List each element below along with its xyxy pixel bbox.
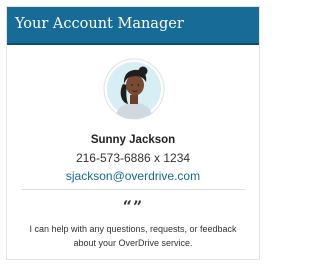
- manager-name: Sunny Jackson: [90, 134, 176, 146]
- manager-email-link[interactable]: sjackson@overdrive.com: [7, 169, 259, 183]
- quote-icon: “”: [122, 197, 144, 216]
- divider: [21, 189, 245, 190]
- card-title: Your Account Manager: [15, 16, 184, 32]
- manager-phone[interactable]: 216-573-6886 x 1234: [7, 151, 259, 165]
- manager-message: I can help with any questions, requests,…: [29, 224, 237, 248]
- card-header: Your Account Manager: [7, 7, 259, 45]
- account-manager-card: Your Account Manager Sunny Jackson 216-5…: [6, 6, 260, 260]
- woman-avatar-icon: [103, 58, 165, 120]
